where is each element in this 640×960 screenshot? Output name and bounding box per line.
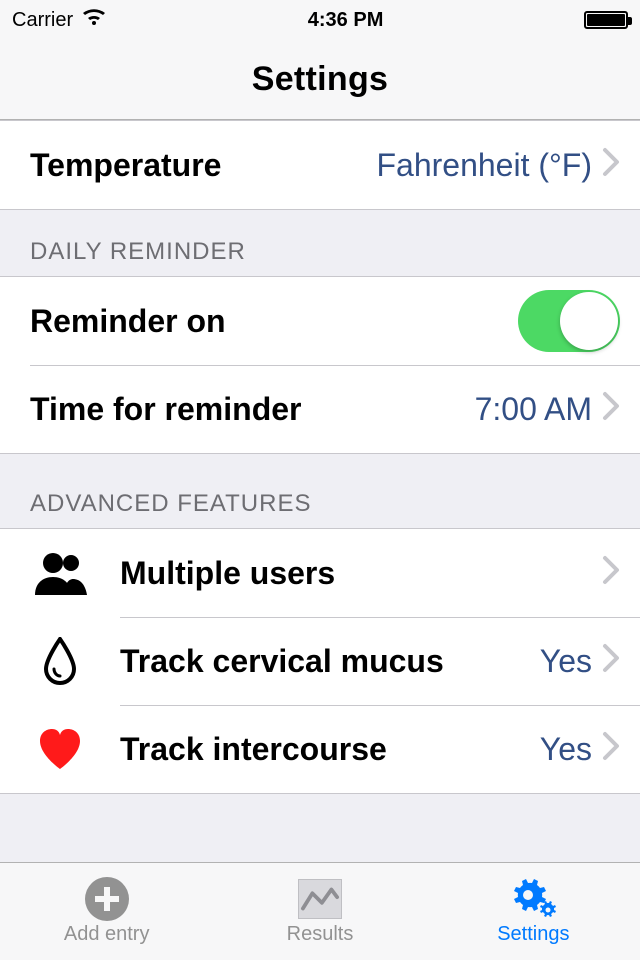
reminder-time-label: Time for reminder [30,391,475,428]
multiple-users-label: Multiple users [120,555,602,592]
temperature-row[interactable]: Temperature Fahrenheit (°F) [0,121,640,209]
track-mucus-row[interactable]: Track cervical mucus Yes [0,617,640,705]
tab-bar: Add entry Results Settings [0,862,640,960]
track-mucus-label: Track cervical mucus [120,643,540,680]
chevron-right-icon [602,728,620,770]
temperature-value: Fahrenheit (°F) [376,147,592,184]
drop-icon [30,631,90,691]
reminder-time-row[interactable]: Time for reminder 7:00 AM [0,365,640,453]
chevron-right-icon [602,388,620,430]
reminder-switch[interactable] [518,290,620,352]
reminder-on-row: Reminder on [0,277,640,365]
heart-icon [30,719,90,779]
status-time: 4:36 PM [308,9,384,32]
wifi-icon [81,7,107,33]
tab-results[interactable]: Results [213,863,426,960]
advanced-group: Multiple users Track cervical mucus Yes [0,528,640,794]
temperature-label: Temperature [30,147,376,184]
battery-icon [584,11,628,29]
multiple-users-row[interactable]: Multiple users [0,529,640,617]
advanced-header: ADVANCED FEATURES [0,454,640,528]
temperature-group: Temperature Fahrenheit (°F) [0,120,640,210]
status-right [584,11,628,29]
tab-settings-label: Settings [497,923,569,946]
tab-add-entry[interactable]: Add entry [0,863,213,960]
reminder-group: Reminder on Time for reminder 7:00 AM [0,276,640,454]
reminder-header: DAILY REMINDER [0,210,640,276]
chevron-right-icon [602,144,620,186]
track-intercourse-label: Track intercourse [120,731,540,768]
chart-icon [292,877,348,921]
tab-settings[interactable]: Settings [427,863,640,960]
reminder-on-label: Reminder on [30,303,518,340]
page-title: Settings [252,60,389,99]
chevron-right-icon [602,552,620,594]
nav-bar: Settings [0,40,640,120]
tab-add-entry-label: Add entry [64,923,150,946]
chevron-right-icon [602,640,620,682]
status-bar: Carrier 4:36 PM [0,0,640,40]
track-intercourse-row[interactable]: Track intercourse Yes [0,705,640,793]
track-intercourse-value: Yes [540,731,592,768]
users-icon [30,543,90,603]
plus-circle-icon [79,877,135,921]
gear-icon [505,877,561,921]
status-left: Carrier [12,7,107,33]
switch-knob [560,292,618,350]
carrier-label: Carrier [12,9,73,32]
track-mucus-value: Yes [540,643,592,680]
content: Temperature Fahrenheit (°F) DAILY REMIND… [0,120,640,794]
reminder-time-value: 7:00 AM [475,391,592,428]
tab-results-label: Results [287,923,354,946]
